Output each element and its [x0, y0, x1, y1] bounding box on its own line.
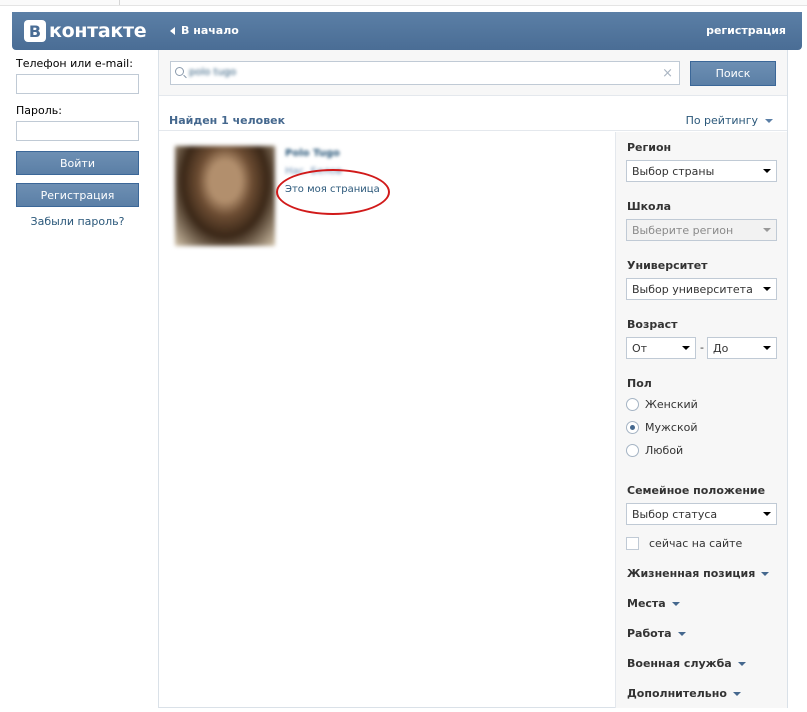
expander-life-position[interactable]: Жизненная позиция — [627, 567, 770, 580]
expander-places[interactable]: Места — [627, 597, 680, 610]
top-header: В контакте В начало регистрация — [12, 12, 802, 50]
dropdown-arrow-icon — [763, 287, 771, 291]
gender-option-label: Любой — [645, 444, 684, 457]
search-results-panel: polo tugo × Поиск Найден 1 человек По ре… — [158, 50, 788, 708]
chevron-down-icon — [761, 571, 770, 576]
red-annotation-ellipse — [276, 169, 390, 215]
results-header: Найден 1 человек По рейтингу — [159, 97, 787, 131]
chevron-down-icon — [765, 118, 773, 123]
chevron-down-icon — [677, 631, 686, 636]
expander-label: Дополнительно — [627, 687, 727, 700]
result-name[interactable]: Polo Tugo — [285, 148, 340, 159]
expander-label: Жизненная позиция — [627, 567, 756, 580]
results-count: Найден 1 человек — [169, 114, 286, 127]
login-button[interactable]: Войти — [16, 151, 139, 175]
gender-radio-any[interactable]: Любой — [626, 444, 683, 457]
home-link[interactable]: В начало — [170, 24, 239, 37]
login-form: Телефон или e-mail: Пароль: Войти Регист… — [16, 57, 139, 228]
marital-label: Семейное положение — [627, 484, 766, 497]
dropdown-arrow-icon — [682, 346, 690, 350]
age-to-select[interactable]: До — [707, 337, 777, 359]
gender-option-label: Женский — [645, 398, 698, 411]
logo-text: контакте — [49, 20, 147, 42]
radio-button — [626, 444, 639, 457]
radio-button-selected — [626, 421, 639, 434]
expander-work[interactable]: Работа — [627, 627, 686, 640]
gender-radio-male[interactable]: Мужской — [626, 421, 697, 434]
school-label: Школа — [627, 200, 672, 213]
phone-label: Телефон или e-mail: — [16, 57, 133, 70]
password-label: Пароль: — [16, 104, 62, 117]
register-link[interactable]: регистрация — [706, 24, 786, 37]
browser-tab[interactable] — [0, 0, 120, 5]
school-select[interactable]: Выберите регион — [626, 219, 777, 241]
dropdown-arrow-icon — [763, 512, 771, 516]
school-select-value: Выберите регион — [632, 223, 734, 237]
chevron-down-icon — [732, 691, 741, 696]
age-label: Возраст — [627, 318, 678, 331]
online-now-checkbox[interactable]: сейчас на сайте — [626, 537, 742, 550]
dropdown-arrow-icon — [763, 228, 771, 232]
home-link-label: В начало — [181, 24, 239, 37]
gender-radio-female[interactable]: Женский — [626, 398, 698, 411]
age-to-value: До — [713, 341, 729, 355]
browser-tab-strip — [0, 0, 807, 6]
age-from-select[interactable]: От — [626, 337, 696, 359]
back-arrow-icon — [170, 26, 175, 35]
expander-military[interactable]: Военная служба — [627, 657, 746, 670]
dropdown-arrow-icon — [763, 169, 771, 173]
register-button[interactable]: Регистрация — [16, 183, 139, 207]
search-input[interactable]: polo tugo × — [170, 61, 680, 85]
filters-sidebar: Регион Выбор страны Школа Выберите регио… — [615, 132, 787, 708]
logo[interactable]: В контакте — [24, 19, 147, 43]
logo-icon: В — [24, 20, 46, 42]
region-select[interactable]: Выбор страны — [626, 160, 777, 182]
search-query-text: polo tugo — [189, 67, 237, 78]
university-select[interactable]: Выбор университета — [626, 278, 777, 300]
chevron-down-icon — [737, 661, 746, 666]
region-select-value: Выбор страны — [632, 164, 715, 178]
university-select-value: Выбор университета — [632, 282, 753, 296]
result-avatar[interactable] — [175, 146, 275, 246]
search-bar: polo tugo × Поиск — [159, 50, 787, 96]
password-field[interactable] — [16, 121, 139, 141]
search-button[interactable]: Поиск — [690, 61, 776, 86]
checkbox — [626, 537, 639, 550]
age-from-value: От — [632, 341, 648, 355]
clear-icon[interactable]: × — [662, 66, 673, 81]
university-label: Университет — [627, 259, 708, 272]
expander-additional[interactable]: Дополнительно — [627, 687, 741, 700]
expander-label: Работа — [627, 627, 672, 640]
search-icon — [175, 67, 184, 76]
region-label: Регион — [627, 141, 672, 154]
age-separator: - — [700, 341, 704, 354]
phone-email-field[interactable] — [16, 74, 139, 94]
online-now-label: сейчас на сайте — [649, 537, 743, 550]
expander-label: Военная служба — [627, 657, 732, 670]
gender-option-label: Мужской — [645, 421, 698, 434]
radio-button — [626, 398, 639, 411]
dropdown-arrow-icon — [763, 346, 771, 350]
sort-label: По рейтингу — [685, 114, 758, 127]
sort-dropdown[interactable]: По рейтингу — [686, 114, 773, 127]
gender-label: Пол — [627, 377, 652, 390]
chevron-down-icon — [671, 601, 680, 606]
expander-label: Места — [627, 597, 666, 610]
marital-select[interactable]: Выбор статуса — [626, 503, 777, 525]
marital-select-value: Выбор статуса — [632, 507, 718, 521]
forgot-password-link[interactable]: Забыли пароль? — [16, 215, 139, 228]
